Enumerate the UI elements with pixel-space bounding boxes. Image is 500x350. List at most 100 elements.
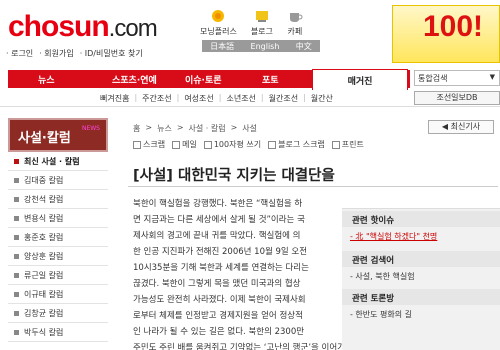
article-title: [사설] 대한민국 지키는 대결단을 [133,168,335,184]
bullet-icon [14,196,19,202]
related-hot-issue-link[interactable]: - 北 "핵실험 하겠다" 천명 [350,231,437,242]
related-forum-heading: 관련 토론방 [342,289,500,305]
comment-icon [203,140,212,149]
blog-scrap-button[interactable]: 블로그 스크랩 [268,139,325,150]
subnav-item[interactable]: 소년조선 [226,93,255,104]
sidebar-header[interactable]: 사설·칼럼 NEWS [8,118,108,152]
print-label: 프린트 [341,140,364,149]
blog-label: 블로그 [250,27,273,36]
bullet-icon [14,291,19,297]
morningplus-icon [212,10,225,22]
cafe-label: 카페 [287,27,303,36]
nav-photo[interactable]: 포토 [262,73,279,86]
sidebar-item-label: 변용식 칼럼 [24,213,64,223]
morningplus-label: 모닝플러스 [200,27,237,36]
print-button[interactable]: 프린트 [331,139,364,150]
related-forum-link[interactable]: - 한반도 평화의 길 [350,309,412,320]
sidebar-item-column[interactable]: 이규태 칼럼 [8,285,108,304]
breadcrumb-sep: > [145,123,153,132]
cafe-link[interactable]: 카페 [287,8,303,37]
subnav-item[interactable]: 주간조선 [142,93,171,104]
nav-sports[interactable]: 스포츠·연예 [112,73,157,86]
breadcrumb-editorial[interactable]: 사설 [242,123,257,134]
blog-icon [255,11,268,22]
sidebar-item-column[interactable]: 김대중 칼럼 [8,171,108,190]
chosun-logo[interactable]: chosun.com [8,10,158,44]
sidebar-item-column[interactable]: 박두식 칼럼 [8,323,108,342]
bullet-icon [14,253,19,259]
db-button[interactable]: 조선일보DB [414,91,500,105]
sidebar: 사설·칼럼 NEWS 최신 사설 · 칼럼 김대중 칼럼 강천석 칼럼 변용식 … [8,118,108,342]
lang-english[interactable]: English [251,42,280,51]
ad-banner[interactable]: 100! [392,5,500,63]
sidebar-item-column[interactable]: 김창균 칼럼 [8,304,108,323]
body-line: 로부터 체제를 인정받고 경제지원을 얻어 정상적 [133,311,303,321]
related-hot-issue-heading: 관련 핫이슈 [342,211,500,227]
sidebar-item-label: 양상훈 칼럼 [24,251,64,261]
bullet-icon [14,215,19,221]
sidebar-item-label: 박두식 칼럼 [24,327,64,337]
related-keywords-link[interactable]: - 사설, 북한 핵실험 [350,271,415,282]
sidebar-item-column[interactable]: 홍준호 칼럼 [8,228,108,247]
breadcrumb-news[interactable]: 뉴스 [157,123,172,134]
comment-label: 100자평 쓰기 [213,140,262,149]
blog-scrap-label: 블로그 스크랩 [278,140,325,149]
body-line: 북한이 핵실험을 강행했다. 북한은 “핵실험을 하 [133,199,303,209]
lang-chinese[interactable]: 中文 [296,41,312,52]
sidebar-item-label: 홍준호 칼럼 [24,232,64,242]
search-select-value: 통합검색 [418,74,448,83]
subnav-item[interactable]: 뻐겨진홈 [100,93,129,104]
logo-text: chosun [8,10,110,43]
body-line: 제사회의 경고에 끝내 귀를 막았다. 핵실험에 의 [133,231,301,241]
sidebar-item-column[interactable]: 류근일 칼럼 [8,266,108,285]
chevron-down-icon: ▼ [489,73,495,81]
bullet-icon [14,272,19,278]
service-links: 모닝플러스 블로그 카페 [200,8,303,37]
language-bar: 日本語 English 中文 [202,40,320,52]
article-toolbar: 스크랩 메일 100자평 쓰기 블로그 스크랩 프린트 [133,139,364,150]
morningplus-link[interactable]: 모닝플러스 [200,8,237,37]
find-id-link[interactable]: · ID/비밀번호 찾기 [80,48,143,59]
body-line: 한 인공 지진파가 전해진 2006년 10월 9일 오전 [133,247,308,257]
logo-suffix: .com [108,15,158,42]
scrap-label: 스크랩 [143,140,166,149]
mail-button[interactable]: 메일 [172,139,197,150]
comment-button[interactable]: 100자평 쓰기 [203,139,262,150]
breadcrumb-sep: > [176,123,184,132]
bullet-icon [14,158,19,164]
scrap-button[interactable]: 스크랩 [133,139,165,150]
blog-link[interactable]: 블로그 [251,8,273,37]
divider [0,106,500,107]
related-box: 관련 핫이슈 - 北 "핵실험 하겠다" 천명 관련 검색어 - 사설, 북한 … [342,208,500,350]
breadcrumb-opinion[interactable]: 사설 · 칼럼 [189,123,226,134]
subnav-item[interactable]: 월간조선 [269,93,298,104]
signup-link[interactable]: · 회원가입 [39,48,74,59]
sidebar-item-column[interactable]: 변용식 칼럼 [8,209,108,228]
body-line: 면 지금과는 다른 세상에서 살게 될 것”이라는 국 [133,215,305,225]
sidebar-item-label: 김창균 칼럼 [24,308,64,318]
bullet-icon [14,329,19,335]
lang-japanese[interactable]: 日本語 [210,41,234,52]
sidebar-item-column[interactable]: 양상훈 칼럼 [8,247,108,266]
cafe-icon [289,13,303,22]
scrap-icon [133,140,141,149]
sidebar-item-label: 강천석 칼럼 [24,194,64,204]
sidebar-item-latest[interactable]: 최신 사설 · 칼럼 [8,152,108,171]
breadcrumb-sep: > [230,123,238,132]
nav-news[interactable]: 뉴스 [38,73,55,86]
subnav-item[interactable]: 월간산 [311,93,333,104]
article-body: 북한이 핵실험을 강행했다. 북한은 “핵실험을 하 면 지금과는 다른 세상에… [133,196,445,350]
nav-magazine[interactable]: 매거진 [312,69,408,90]
breadcrumb: 홈 > 뉴스 > 사설 · 칼럼 > 사설 [133,123,257,134]
search-select[interactable]: 통합검색 ▼ [414,70,500,86]
subnav-item[interactable]: 여성조선 [184,93,213,104]
mail-icon [172,140,181,149]
breadcrumb-home[interactable]: 홈 [133,123,140,134]
latest-articles-button[interactable]: ◀ 최신기사 [428,120,494,134]
sidebar-item-column[interactable]: 강천석 칼럼 [8,190,108,209]
nav-issue[interactable]: 이슈·토론 [185,73,222,86]
bullet-icon [14,234,19,240]
login-link[interactable]: · 로그인 [6,48,33,59]
title-divider [128,186,498,187]
related-keywords-heading: 관련 검색어 [342,251,500,267]
